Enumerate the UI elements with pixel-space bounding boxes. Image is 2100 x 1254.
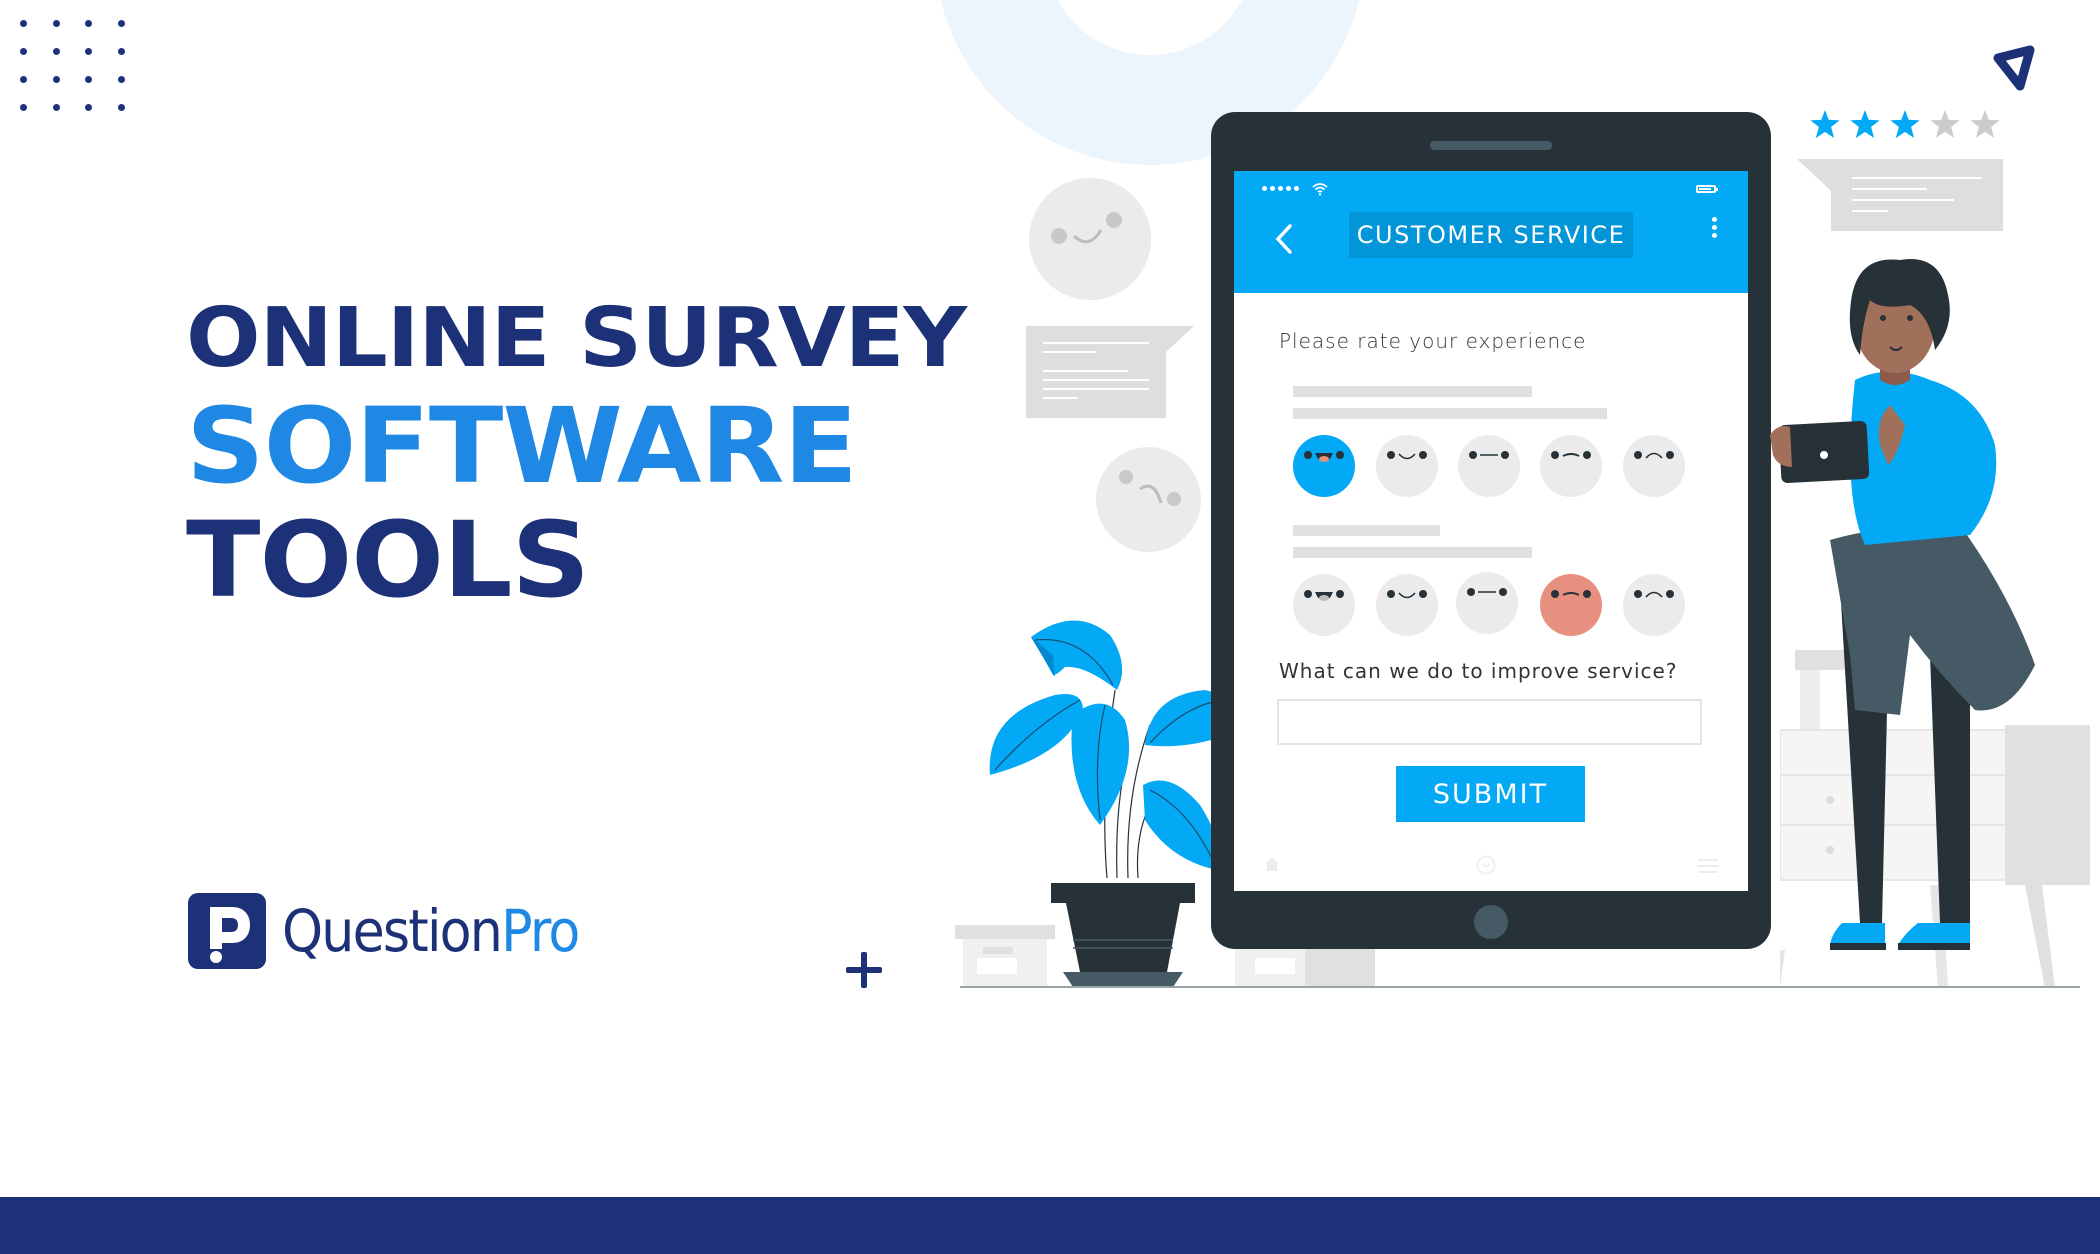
chevron-left-icon[interactable] [1272,223,1296,255]
footer-band [0,1197,2100,1254]
star-filled-icon [1810,110,1840,138]
star-empty-icon [1930,110,1960,138]
speech-bubble-left [1026,326,1194,418]
app-header: CUSTOMER SERVICE [1234,171,1748,293]
plus-decoration-icon [844,950,884,990]
app-title: CUSTOMER SERVICE [1349,212,1633,258]
rating-question: Please rate your experience [1279,329,1587,353]
placeholder-text-bar [1293,386,1532,397]
home-icon[interactable] [1264,856,1280,872]
improvement-answer-input[interactable] [1277,699,1702,745]
headline-line-2: SOFTWARE [186,385,858,507]
kebab-menu-icon[interactable] [1712,217,1718,239]
star-rating [1810,110,2000,138]
placeholder-text-bar [1293,547,1532,558]
questionpro-logo-icon [188,893,266,969]
placeholder-text-bar [1293,525,1440,536]
tablet-speaker [1430,141,1552,150]
star-filled-icon [1850,110,1880,138]
rating-option-unhappy[interactable] [1540,574,1602,636]
rating-option-very-happy[interactable] [1293,435,1355,497]
questionpro-logo[interactable]: QuestionPro [188,893,611,969]
signal-icon [1262,186,1299,191]
person-with-tablet-illustration [1770,259,2035,950]
rating-option-sad[interactable] [1623,435,1685,497]
menu-icon[interactable] [1698,858,1718,874]
star-empty-icon [1970,110,2000,138]
headline: ONLINE SURVEY SOFTWARE TOOLS [186,298,967,613]
check-circle-icon[interactable] [1476,855,1496,875]
triangle-decoration-icon [1993,45,2035,91]
rating-option-happy[interactable] [1376,574,1438,636]
placeholder-text-bar [1293,408,1607,419]
happy-face-decoration [1029,178,1151,300]
tablet-home-button[interactable] [1474,905,1508,939]
potted-plant [989,620,1227,987]
sad-face-decoration [1096,447,1201,552]
rating-option-very-happy[interactable] [1293,574,1355,636]
rating-option-happy[interactable] [1376,435,1438,497]
rating-option-neutral[interactable] [1456,572,1518,634]
star-filled-icon [1890,110,1920,138]
speech-bubble-right [1797,159,2003,231]
battery-icon [1696,185,1718,193]
wifi-icon [1312,183,1328,196]
submit-button[interactable]: SUBMIT [1396,766,1585,822]
rating-option-sad[interactable] [1623,574,1685,636]
brand-name-question: Question [282,897,503,965]
headline-line-1: ONLINE SURVEY [186,291,967,386]
brand-name: QuestionPro [282,897,580,965]
improvement-question: What can we do to improve service? [1279,659,1678,683]
dot-grid-decoration [16,16,136,116]
survey-app-screen: CUSTOMER SERVICE Please rate your experi… [1234,171,1748,891]
rating-option-unhappy[interactable] [1540,435,1602,497]
brand-name-pro: Pro [501,897,580,965]
rating-option-neutral[interactable] [1458,435,1520,497]
headline-line-3: TOOLS [186,499,590,621]
